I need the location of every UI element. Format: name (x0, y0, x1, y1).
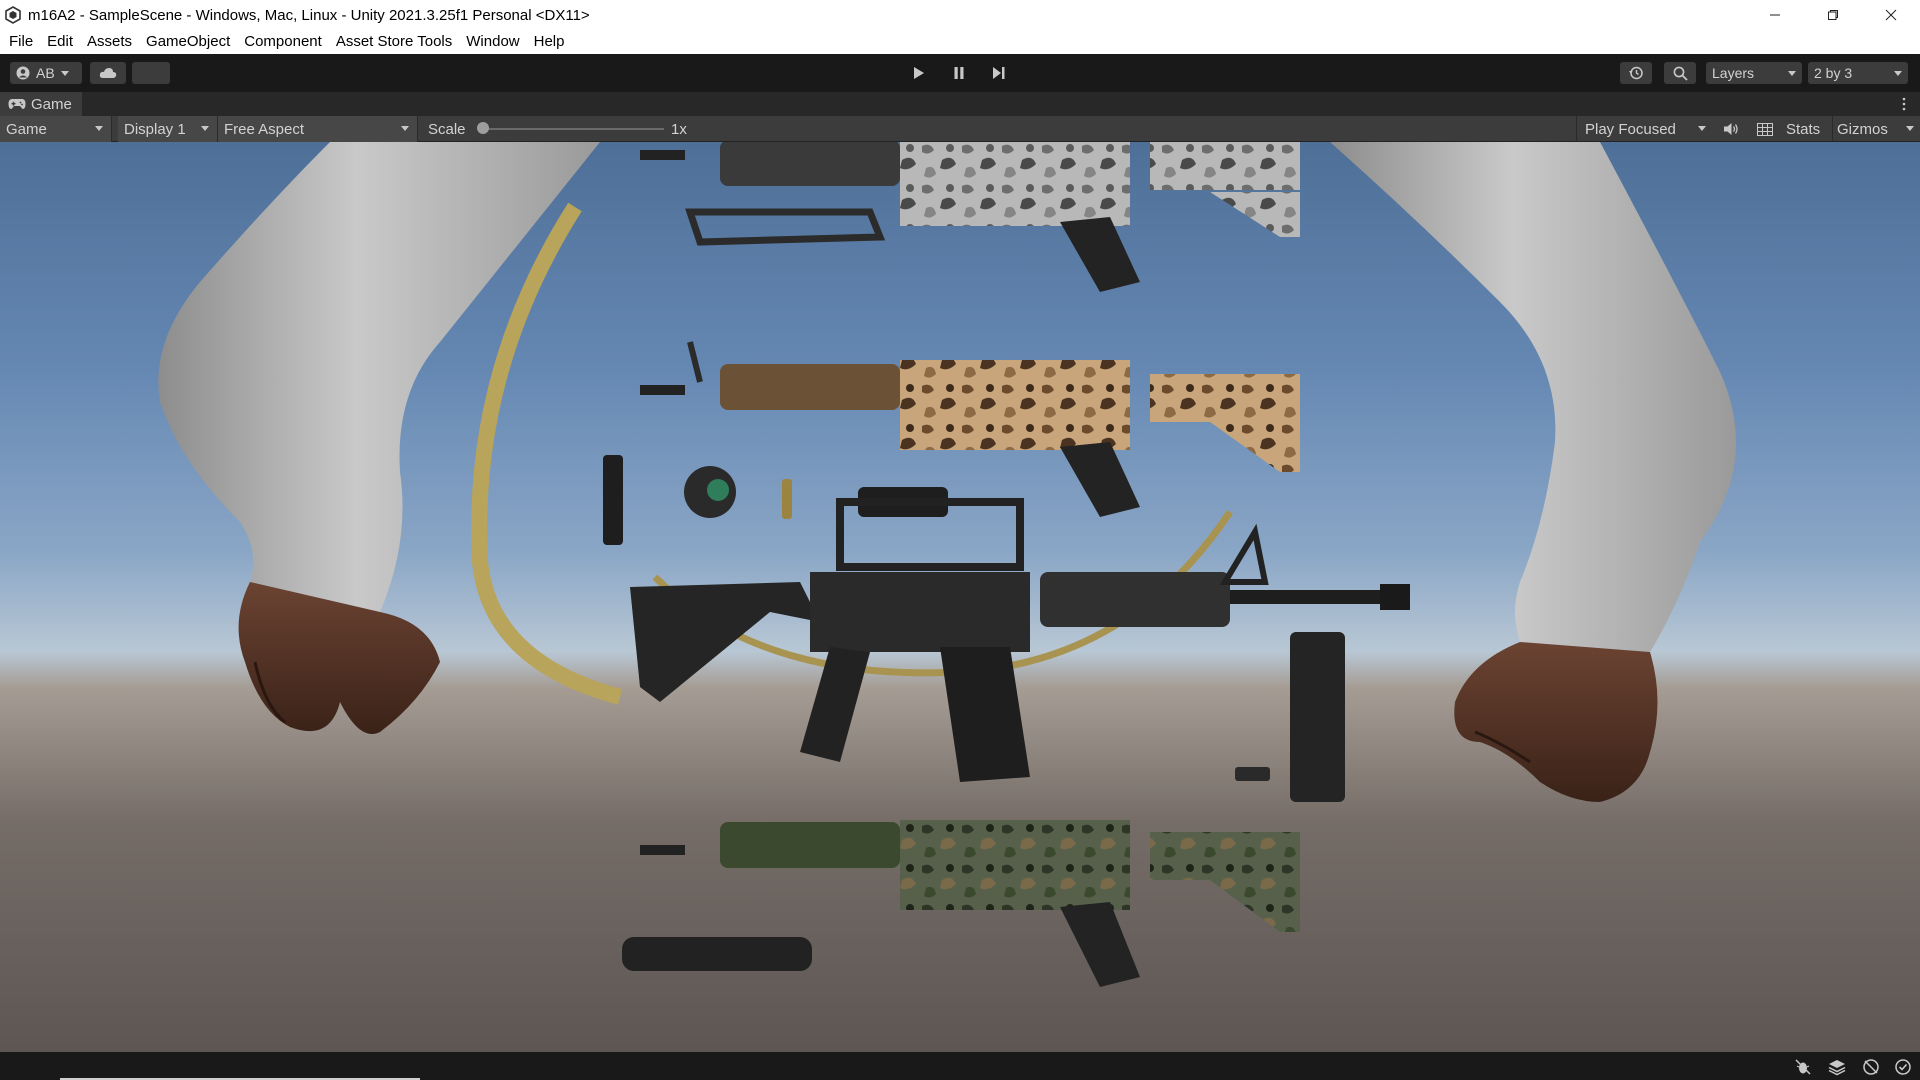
chevron-down-icon (1698, 126, 1706, 131)
chevron-down-icon (401, 126, 409, 131)
window-title-bar: m16A2 - SampleScene - Windows, Mac, Linu… (0, 0, 1920, 30)
search-button[interactable] (1664, 62, 1696, 84)
scene-render (158, 142, 1736, 987)
account-icon (16, 66, 30, 80)
grid-icon (1757, 122, 1773, 136)
game-view-controls: Game Display 1 Free Aspect Scale 1x Play… (0, 116, 1920, 142)
bug-icon[interactable] (1794, 1058, 1812, 1076)
menu-asset-store-tools[interactable]: Asset Store Tools (329, 30, 459, 54)
scale-track (484, 128, 664, 130)
gamepad-icon (8, 99, 26, 109)
undo-history-button[interactable] (1620, 62, 1652, 84)
pause-button[interactable] (944, 62, 974, 84)
status-bar (0, 1052, 1920, 1080)
account-dropdown[interactable]: AB (10, 62, 82, 84)
panel-tab-row: Game (0, 92, 1920, 116)
chevron-down-icon (1906, 126, 1914, 131)
game-viewport[interactable] (0, 142, 1920, 1052)
stats-grid-toggle[interactable] (1750, 116, 1780, 142)
display-label: Display 1 (124, 120, 186, 138)
play-icon (914, 67, 924, 79)
mute-audio-toggle[interactable] (1716, 116, 1746, 142)
view-mode-dropdown[interactable]: Game (0, 116, 112, 142)
play-mode-dropdown[interactable]: Play Focused (1576, 116, 1712, 142)
scale-handle[interactable] (477, 122, 489, 134)
menu-gameobject[interactable]: GameObject (139, 30, 237, 54)
rifle-tan-camo (640, 341, 1300, 517)
tab-game[interactable]: Game (0, 92, 82, 116)
scale-value: 1x (671, 120, 687, 138)
rifle-gray-camo (640, 142, 1300, 292)
step-icon (993, 67, 1005, 79)
tab-game-label: Game (31, 95, 72, 113)
pause-icon (954, 67, 964, 79)
close-icon[interactable] (1862, 0, 1920, 30)
menu-window[interactable]: Window (459, 30, 526, 54)
menu-assets[interactable]: Assets (80, 30, 139, 54)
account-label: AB (36, 65, 55, 81)
right-arm (1330, 142, 1736, 802)
check-icon[interactable] (1894, 1058, 1912, 1076)
left-arm (158, 142, 600, 734)
search-icon (1673, 66, 1688, 81)
view-mode-label: Game (6, 120, 47, 138)
chevron-down-icon (60, 70, 69, 76)
aspect-dropdown[interactable]: Free Aspect (218, 116, 418, 142)
layout-dropdown[interactable]: 2 by 3 (1808, 62, 1908, 84)
menu-help[interactable]: Help (527, 30, 572, 54)
chevron-down-icon (95, 126, 103, 131)
layers-label: Layers (1712, 65, 1755, 81)
play-mode-label: Play Focused (1585, 120, 1676, 138)
chevron-down-icon (201, 126, 209, 131)
unity-icon (5, 6, 21, 24)
menu-file[interactable]: File (2, 30, 40, 54)
layers-dropdown[interactable]: Layers (1706, 62, 1802, 84)
aspect-label: Free Aspect (224, 120, 305, 138)
menu-component[interactable]: Component (237, 30, 329, 54)
chevron-down-icon (1788, 71, 1796, 76)
more-options-icon[interactable] (1902, 95, 1906, 113)
display-dropdown[interactable]: Display 1 (118, 116, 218, 142)
speaker-icon (1724, 123, 1738, 135)
history-icon (1629, 66, 1643, 80)
window-title: m16A2 - SampleScene - Windows, Mac, Linu… (28, 6, 590, 24)
scale-slider[interactable] (474, 116, 666, 142)
spare-magazine (1290, 632, 1345, 802)
network-icon[interactable] (1862, 1058, 1880, 1076)
restore-icon[interactable] (1804, 0, 1862, 30)
play-button[interactable] (904, 62, 934, 84)
layout-label: 2 by 3 (1814, 65, 1853, 81)
minimize-icon[interactable] (1746, 0, 1804, 30)
menu-edit[interactable]: Edit (40, 30, 80, 54)
cloud-icon (99, 68, 117, 78)
chevron-down-icon (1894, 71, 1902, 76)
suppressor (622, 937, 812, 971)
main-toolbar: AB Layers 2 by 3 (0, 54, 1920, 92)
layers-icon[interactable] (1828, 1058, 1846, 1076)
step-button[interactable] (984, 62, 1014, 84)
gizmos-label: Gizmos (1837, 120, 1888, 138)
small-part (1235, 767, 1270, 781)
stats-button[interactable]: Stats (1786, 116, 1820, 142)
menu-bar: File Edit Assets GameObject Component As… (0, 30, 1920, 54)
collab-button[interactable] (132, 62, 170, 84)
rifle-sling (471, 202, 623, 705)
gizmos-dropdown[interactable]: Gizmos (1832, 116, 1920, 142)
cloud-button[interactable] (90, 62, 126, 84)
scale-label: Scale (428, 120, 466, 138)
